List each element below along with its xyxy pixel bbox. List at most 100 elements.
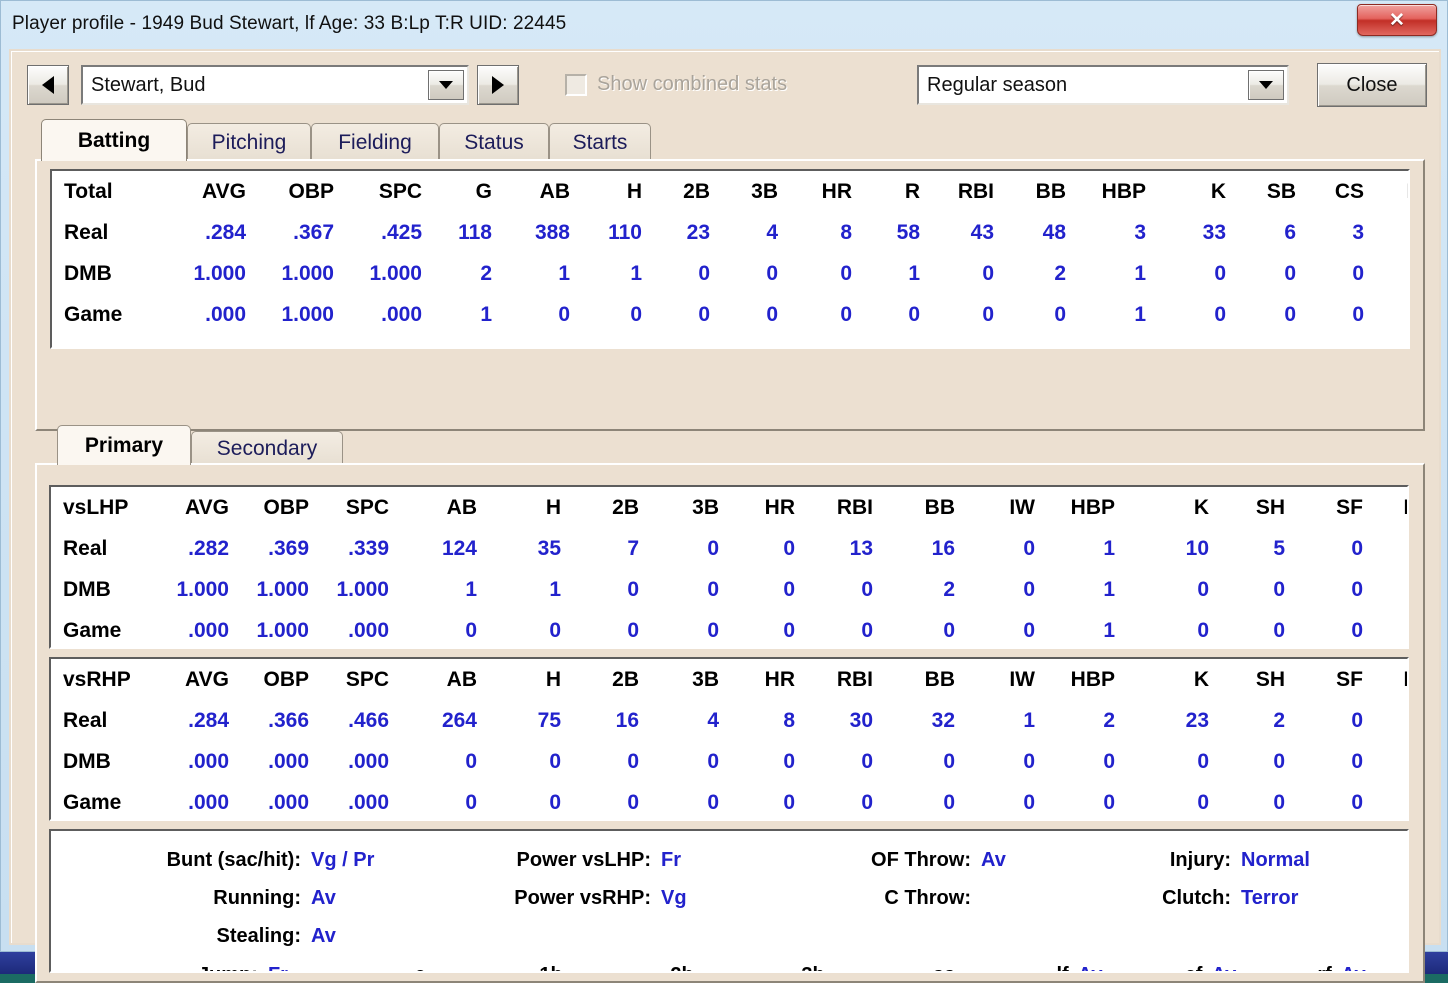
column-header-ab: AB bbox=[539, 179, 570, 203]
column-header-h: H bbox=[545, 495, 561, 519]
stat-cell: 2 bbox=[480, 261, 492, 285]
show-combined-stats-label: Show combined stats bbox=[597, 73, 788, 95]
tab-batting[interactable]: Batting bbox=[41, 119, 187, 161]
rating-power-lhp-value: Fr bbox=[661, 848, 681, 871]
table-body: Real .284.367.425 118 388 110 23 4 8 58 43 48 3 33 6 3… bbox=[52, 212, 1408, 335]
next-player-button[interactable] bbox=[477, 65, 519, 105]
rating-c-throw: C Throw: bbox=[771, 879, 1071, 917]
tab-status[interactable]: Status bbox=[439, 123, 549, 161]
stat-cell: 0 bbox=[766, 302, 778, 326]
stat-cell: 1.000 bbox=[193, 261, 246, 285]
stat-cell: 0 bbox=[1351, 749, 1363, 773]
stat-cell bbox=[1369, 782, 1407, 819]
stat-cell: 0 bbox=[1023, 577, 1035, 601]
rating-of-throw-value: Av bbox=[981, 848, 1006, 871]
stat-cell: 1.000 bbox=[256, 577, 309, 601]
stat-cell: 1.000 bbox=[336, 577, 389, 601]
player-select[interactable]: Stewart, Bud bbox=[81, 65, 469, 105]
total-stats-grid: Total AVG OBP SPC G AB H 2B 3B HR R RBI BB HBP K SB CSPT… bbox=[52, 171, 1408, 335]
rating-clutch-value: Terror bbox=[1241, 886, 1299, 909]
stat-cell: 0 bbox=[1273, 790, 1285, 814]
position-c: c bbox=[359, 964, 490, 972]
stat-cell: 0 bbox=[465, 790, 477, 814]
column-header-rbi: RBI bbox=[836, 495, 873, 519]
column-header-iw: IW bbox=[1009, 495, 1035, 519]
stat-cell: 0 bbox=[1351, 577, 1363, 601]
position-ss-label: ss bbox=[933, 964, 955, 972]
stat-cell: 2 bbox=[943, 577, 955, 601]
column-header-vslhp: vsLHP bbox=[63, 495, 129, 519]
season-select[interactable]: Regular season bbox=[917, 65, 1289, 105]
stat-cell: 13 bbox=[849, 536, 873, 560]
stat-cell: 1 bbox=[1103, 536, 1115, 560]
stat-cell: 1 bbox=[1134, 261, 1146, 285]
previous-player-button[interactable] bbox=[27, 65, 69, 105]
stat-cell: 0 bbox=[783, 618, 795, 642]
rating-injury-value: Normal bbox=[1241, 848, 1310, 871]
stat-cell: 1 bbox=[908, 261, 920, 285]
stat-cell: 0 bbox=[707, 577, 719, 601]
stat-cell: 0 bbox=[1273, 749, 1285, 773]
column-header-bb: BB bbox=[1035, 179, 1066, 203]
tab-fielding[interactable]: Fielding bbox=[311, 123, 439, 161]
stat-cell: 30 bbox=[849, 708, 873, 732]
stat-cell: 16 bbox=[615, 708, 639, 732]
stat-cell: .284 bbox=[205, 220, 246, 244]
column-header-g: G bbox=[475, 179, 492, 203]
stat-cell: 0 bbox=[783, 790, 795, 814]
stat-cell: 5 bbox=[1273, 536, 1285, 560]
subtab-primary[interactable]: Primary bbox=[57, 425, 191, 465]
column-header-pt: PT% bbox=[1369, 487, 1407, 528]
window-close-button[interactable]: ✕ bbox=[1357, 4, 1437, 36]
stat-cell: .000 bbox=[348, 749, 389, 773]
ratings-spacer-1 bbox=[411, 917, 771, 955]
chevron-down-icon[interactable] bbox=[428, 70, 464, 100]
stat-cell: .282 bbox=[188, 536, 229, 560]
stat-cell: 0 bbox=[698, 261, 710, 285]
stat-cell: 1 bbox=[1134, 302, 1146, 326]
stat-cell: 0 bbox=[840, 302, 852, 326]
table-row: DMB.000.000.0000000000000000 bbox=[51, 741, 1407, 782]
rating-jump-value: Fr bbox=[268, 964, 359, 972]
table-row: DMB1.0001.0001.00021100010210001 bbox=[52, 253, 1408, 294]
tab-batting-label: Batting bbox=[77, 128, 151, 152]
position-1b-label: 1b bbox=[539, 964, 562, 972]
position-ss: ss bbox=[883, 964, 1014, 972]
chevron-down-icon[interactable] bbox=[1248, 70, 1284, 100]
close-button[interactable]: Close bbox=[1317, 63, 1427, 107]
stat-cell: .000 bbox=[188, 749, 229, 773]
stat-cell: 0 bbox=[1197, 790, 1209, 814]
stat-cell: 0 bbox=[549, 790, 561, 814]
tab-pitching[interactable]: Pitching bbox=[187, 123, 311, 161]
stat-cell: .369 bbox=[268, 536, 309, 560]
stat-cell: 1 bbox=[1103, 577, 1115, 601]
subtab-secondary[interactable]: Secondary bbox=[191, 431, 343, 465]
row-label: Game bbox=[64, 302, 123, 326]
tab-starts[interactable]: Starts bbox=[549, 123, 651, 161]
column-header-avg: AVG bbox=[185, 495, 229, 519]
column-header-vsrhp: vsRHP bbox=[63, 667, 131, 691]
column-header-obp: OBP bbox=[288, 179, 334, 203]
column-header-k: K bbox=[1210, 179, 1226, 203]
stat-cell: 23 bbox=[686, 220, 710, 244]
show-combined-stats-checkbox: Show combined stats bbox=[565, 73, 787, 96]
title-bar: Player profile - 1949 Bud Stewart, lf Ag… bbox=[1, 1, 1447, 47]
chevron-down-glyph bbox=[439, 81, 453, 89]
stat-cell: 6 bbox=[1284, 220, 1296, 244]
column-header-hbp: HBP bbox=[1070, 667, 1115, 691]
rating-stealing-label: Stealing: bbox=[216, 924, 301, 947]
rating-running-label: Running: bbox=[213, 886, 301, 909]
stat-cell: 0 bbox=[982, 261, 994, 285]
column-header-cs: CS bbox=[1334, 179, 1364, 203]
column-header-hbp: HBP bbox=[1101, 179, 1146, 203]
player-select-value: Stewart, Bud bbox=[91, 73, 206, 96]
vs-rhp-table: vsRHP AVG OBP SPC AB H 2B 3B HR RBI BB IW HBP K SH SFPT… bbox=[49, 657, 1409, 821]
position-rf-value: Av bbox=[1341, 964, 1366, 972]
stat-cell: 3 bbox=[1352, 220, 1364, 244]
stat-cell: .000 bbox=[188, 790, 229, 814]
stat-cell: 0 bbox=[707, 618, 719, 642]
stat-cell: 0 bbox=[1284, 261, 1296, 285]
position-lf-label: lf bbox=[1056, 964, 1068, 972]
split-stats-panel: vsLHPAVGOBPSPCABH2B3BHRRBIBBIWHBPKSHSFPT… bbox=[35, 463, 1425, 983]
stat-cell: 1 bbox=[1370, 253, 1408, 294]
